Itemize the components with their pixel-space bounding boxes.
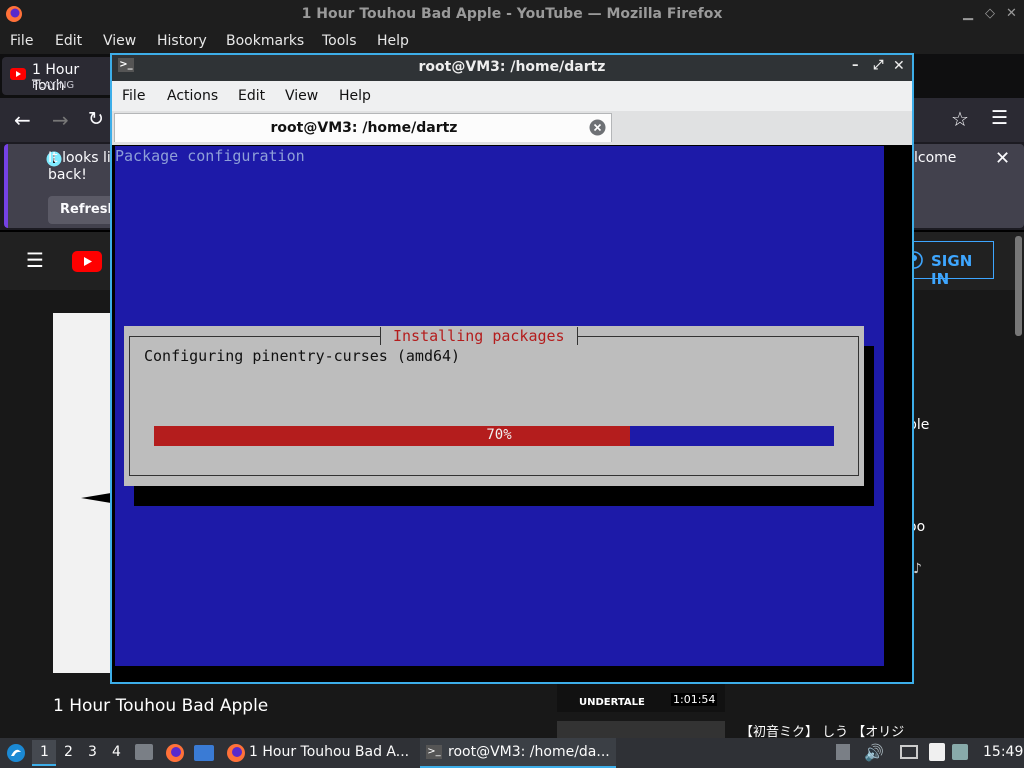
- package-configuration-header: Package configuration: [115, 147, 305, 165]
- file-manager-icon[interactable]: [194, 745, 214, 761]
- minimize-icon[interactable]: ▁: [963, 6, 973, 21]
- youtube-logo-icon[interactable]: [72, 251, 102, 272]
- notification-text-line2: back!: [48, 167, 87, 183]
- terminal-menubar: File Actions Edit View Help: [112, 81, 912, 111]
- terminal-maximize-icon[interactable]: ⤢: [873, 58, 883, 73]
- recommended-thumbnail[interactable]: UNDERTALE 1:01:54: [557, 684, 725, 712]
- recommended-thumbnail-2[interactable]: [557, 721, 725, 738]
- terminal-menu-edit[interactable]: Edit: [238, 88, 265, 104]
- firefox-titlebar: 1 Hour Touhou Bad Apple - YouTube — Mozi…: [0, 0, 1024, 30]
- terminal-tab[interactable]: root@VM3: /home/dartz: [114, 113, 612, 142]
- notification-text-right: lcome: [914, 150, 957, 166]
- terminal-close-icon[interactable]: ✕: [893, 58, 905, 74]
- progress-label: 70%: [486, 427, 512, 443]
- terminal-minimize-icon[interactable]: –: [852, 58, 859, 73]
- app-launcher-icon[interactable]: [6, 743, 26, 763]
- music-note-icon: ♪: [913, 561, 922, 577]
- workspace-2[interactable]: 2: [64, 744, 73, 760]
- forward-icon[interactable]: →: [52, 108, 69, 132]
- terminal-window-title: root@VM3: /home/dartz: [418, 59, 606, 75]
- workspace-4[interactable]: 4: [112, 744, 121, 760]
- menu-edit[interactable]: Edit: [55, 33, 82, 49]
- show-desktop-icon[interactable]: [135, 744, 153, 760]
- task-terminal-label: root@VM3: /home/da...: [448, 744, 610, 760]
- progress-bar: 70%: [154, 426, 834, 446]
- notification-close-icon[interactable]: ✕: [995, 148, 1010, 169]
- menu-view[interactable]: View: [103, 33, 136, 49]
- terminal-menu-help[interactable]: Help: [339, 88, 371, 104]
- clipboard-icon[interactable]: [929, 743, 945, 761]
- task-firefox[interactable]: 1 Hour Touhou Bad A...: [222, 738, 418, 768]
- clock[interactable]: 15:49: [983, 744, 1023, 760]
- workspace-3[interactable]: 3: [88, 744, 97, 760]
- sign-in-label: SIGN IN: [931, 252, 973, 288]
- maximize-icon[interactable]: ◇: [985, 6, 995, 21]
- dialog-message: Configuring pinentry-curses (amd64): [144, 347, 461, 365]
- firefox-launcher-icon[interactable]: [165, 743, 185, 763]
- page-scrollbar[interactable]: [1015, 236, 1022, 336]
- notification-text-left: It looks lik: [48, 150, 119, 166]
- reload-icon[interactable]: ↻: [88, 108, 104, 130]
- workspace-1[interactable]: 1: [40, 744, 49, 760]
- firefox-window-title: 1 Hour Touhou Bad Apple - YouTube — Mozi…: [301, 6, 723, 22]
- app-menu-icon[interactable]: ☰: [991, 107, 1008, 129]
- tab-playing-status: PLAYING: [32, 80, 75, 91]
- firefox-menubar: File Edit View History Bookmarks Tools H…: [0, 30, 1024, 54]
- taskbar: 1 2 3 4 1 Hour Touhou Bad A... >_ root@V…: [0, 738, 1024, 768]
- tab-close-icon[interactable]: [589, 119, 606, 136]
- terminal-menu-file[interactable]: File: [122, 88, 145, 104]
- menu-history[interactable]: History: [157, 33, 207, 49]
- firefox-task-icon: [227, 744, 245, 762]
- menu-file[interactable]: File: [10, 33, 33, 49]
- menu-tools[interactable]: Tools: [322, 33, 357, 49]
- eject-icon[interactable]: [836, 744, 850, 760]
- task-firefox-label: 1 Hour Touhou Bad A...: [249, 744, 410, 760]
- close-icon[interactable]: ✕: [1006, 6, 1017, 21]
- bookmark-star-icon[interactable]: ☆: [951, 107, 969, 131]
- network-icon[interactable]: [900, 745, 918, 759]
- video-title: 1 Hour Touhou Bad Apple: [53, 696, 269, 716]
- terminal-task-icon: >_: [426, 745, 442, 759]
- notification-text: It looks lik: [48, 150, 119, 166]
- volume-icon[interactable]: 🔊: [864, 743, 884, 762]
- thumbnail-label: UNDERTALE: [579, 697, 645, 708]
- menu-bookmarks[interactable]: Bookmarks: [226, 33, 304, 49]
- menu-help[interactable]: Help: [377, 33, 409, 49]
- terminal-menu-view[interactable]: View: [285, 88, 318, 104]
- youtube-favicon-icon: [10, 68, 26, 80]
- dialog-title: Installing packages: [380, 327, 578, 345]
- hamburger-menu-icon[interactable]: ☰: [26, 248, 44, 272]
- terminal-titlebar: >_ root@VM3: /home/dartz – ⤢ ✕: [112, 55, 912, 81]
- firefox-tab[interactable]: 1 Hour Touh PLAYING: [2, 57, 114, 95]
- terminal-menu-actions[interactable]: Actions: [167, 88, 218, 104]
- thumbnail-duration: 1:01:54: [671, 693, 718, 706]
- task-terminal[interactable]: >_ root@VM3: /home/da...: [420, 738, 616, 768]
- back-icon[interactable]: ←: [14, 108, 31, 132]
- notifications-icon[interactable]: [952, 744, 968, 760]
- terminal-scroll-area: [884, 146, 912, 682]
- video-frame-shape: [81, 493, 111, 503]
- terminal-tab-title: root@VM3: /home/dartz: [270, 120, 458, 136]
